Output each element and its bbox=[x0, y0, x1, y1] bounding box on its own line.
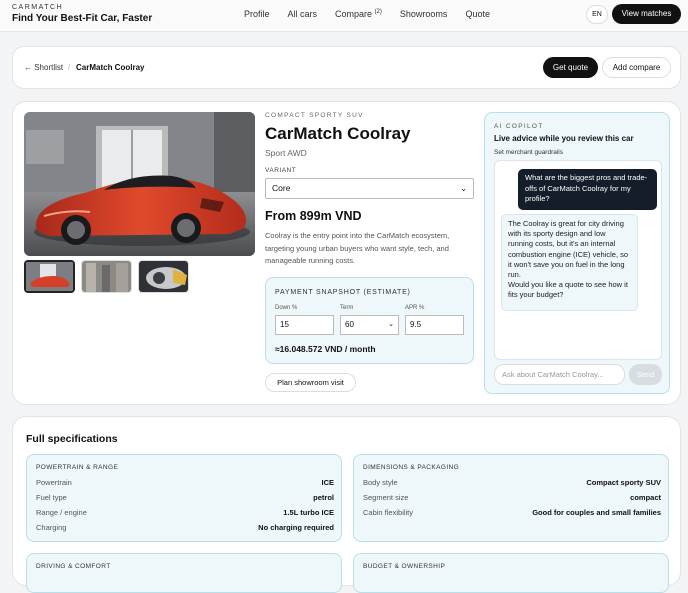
spec-card-driving: DRIVING & COMFORT bbox=[26, 553, 342, 593]
nav-compare[interactable]: Compare (2) bbox=[335, 9, 382, 19]
payment-snapshot: PAYMENT SNAPSHOT (ESTIMATE) Down % 15 Te… bbox=[265, 277, 474, 364]
copilot-kicker: AI COPILOT bbox=[494, 123, 544, 130]
spec-card-title: POWERTRAIN & RANGE bbox=[36, 464, 119, 471]
spec-key: Range / engine bbox=[36, 508, 87, 517]
spec-key: Charging bbox=[36, 523, 67, 532]
spec-key: Segment size bbox=[363, 493, 409, 502]
spec-card-title: DIMENSIONS & PACKAGING bbox=[363, 464, 460, 471]
car-info: COMPACT SPORTY SUV CarMatch Coolray Spor… bbox=[265, 112, 475, 268]
spec-card-dimensions: DIMENSIONS & PACKAGING Body style Compact… bbox=[353, 454, 669, 542]
spec-value: ICE bbox=[321, 478, 334, 487]
apr-label: APR % bbox=[405, 305, 425, 311]
chat-area[interactable]: What are the biggest pros and trade-offs… bbox=[494, 160, 662, 360]
term-value: 60 bbox=[345, 320, 354, 329]
assistant-message-text: The Coolray is great for city driving wi… bbox=[508, 219, 629, 280]
spec-value: Good for couples and small families bbox=[532, 508, 661, 517]
brand-name: CARMATCH bbox=[12, 4, 64, 11]
spec-card-title: BUDGET & OWNERSHIP bbox=[363, 563, 446, 570]
spec-card-title: DRIVING & COMFORT bbox=[36, 563, 111, 570]
car-detail-card: COMPACT SPORTY SUV CarMatch Coolray Spor… bbox=[12, 101, 681, 405]
compare-count-badge: (2) bbox=[374, 9, 382, 15]
merchant-guardrails-link[interactable]: Set merchant guardrails bbox=[494, 149, 563, 156]
ai-copilot-panel: AI COPILOT Live advice while you review … bbox=[484, 112, 670, 394]
breadcrumb-bar: ← Shortlist / CarMatch Coolray Get quote… bbox=[12, 46, 681, 89]
payment-snapshot-title: PAYMENT SNAPSHOT (ESTIMATE) bbox=[275, 289, 411, 296]
main-nav: Profile All cars Compare (2) Showrooms Q… bbox=[244, 9, 508, 19]
down-percent-input[interactable]: 15 bbox=[275, 315, 334, 335]
breadcrumb-back-link[interactable]: ← Shortlist bbox=[24, 63, 63, 72]
monthly-estimate: ≈16.048.572 VND / month bbox=[275, 344, 376, 354]
thumbnail-1[interactable] bbox=[24, 260, 75, 293]
language-switch[interactable]: EN bbox=[586, 5, 608, 24]
spec-key: Powertrain bbox=[36, 478, 72, 487]
spec-key: Cabin flexibility bbox=[363, 508, 414, 517]
thumbnail-strip bbox=[24, 260, 189, 293]
chevron-down-icon: ⌄ bbox=[388, 321, 394, 328]
spec-key: Fuel type bbox=[36, 493, 67, 502]
spec-row: Body style Compact sporty SUV bbox=[363, 478, 661, 487]
variant-value: Core bbox=[272, 183, 291, 193]
down-label: Down % bbox=[275, 305, 298, 311]
apr-input[interactable]: 9.5 bbox=[405, 315, 464, 335]
variant-select[interactable]: Core ⌄ bbox=[265, 178, 474, 199]
term-label: Term bbox=[340, 305, 354, 311]
spec-value: 1.5L turbo ICE bbox=[283, 508, 334, 517]
car-description: Coolray is the entry point into the CarM… bbox=[265, 231, 450, 265]
spec-row: Range / engine 1.5L turbo ICE bbox=[36, 508, 334, 517]
spec-value: compact bbox=[630, 493, 661, 502]
car-category: COMPACT SPORTY SUV bbox=[265, 112, 364, 119]
add-compare-button[interactable]: Add compare bbox=[602, 57, 671, 78]
spec-row: Segment size compact bbox=[363, 493, 661, 502]
get-quote-button[interactable]: Get quote bbox=[543, 57, 598, 78]
breadcrumb-current: CarMatch Coolray bbox=[76, 63, 145, 72]
spec-row: Charging No charging required bbox=[36, 523, 334, 532]
copilot-title: Live advice while you review this car bbox=[494, 134, 634, 143]
hero-car-image[interactable] bbox=[24, 112, 255, 256]
car-subtitle: Sport AWD bbox=[265, 148, 307, 158]
spec-card-powertrain: POWERTRAIN & RANGE Powertrain ICE Fuel ty… bbox=[26, 454, 342, 542]
chevron-down-icon: ⌄ bbox=[460, 184, 467, 193]
spec-value: petrol bbox=[313, 493, 334, 502]
breadcrumb-separator: / bbox=[68, 63, 71, 72]
nav-quote[interactable]: Quote bbox=[465, 9, 490, 19]
full-specifications: Full specifications POWERTRAIN & RANGE P… bbox=[12, 416, 681, 593]
thumbnail-3[interactable] bbox=[138, 260, 189, 293]
plan-showroom-visit-button[interactable]: Plan showroom visit bbox=[265, 373, 356, 392]
specs-title: Full specifications bbox=[26, 433, 118, 445]
copilot-input[interactable]: Ask about CarMatch Coolray... bbox=[494, 364, 625, 385]
top-bar: CARMATCH Find Your Best-Fit Car, Faster … bbox=[0, 0, 688, 32]
variant-label: VARIANT bbox=[265, 167, 297, 174]
spec-value: Compact sporty SUV bbox=[586, 478, 661, 487]
thumbnail-2[interactable] bbox=[81, 260, 132, 293]
spec-card-budget: BUDGET & OWNERSHIP bbox=[353, 553, 669, 593]
nav-all-cars[interactable]: All cars bbox=[288, 9, 318, 19]
spec-row: Fuel type petrol bbox=[36, 493, 334, 502]
spec-value: No charging required bbox=[258, 523, 334, 532]
car-title: CarMatch Coolray bbox=[265, 124, 411, 143]
nav-profile[interactable]: Profile bbox=[244, 9, 270, 19]
spec-row: Cabin flexibility Good for couples and sm… bbox=[363, 508, 661, 517]
nav-compare-label: Compare bbox=[335, 9, 373, 19]
term-select[interactable]: 60 ⌄ bbox=[340, 315, 399, 335]
spec-row: Powertrain ICE bbox=[36, 478, 334, 487]
user-message: What are the biggest pros and trade-offs… bbox=[518, 169, 657, 210]
assistant-message: The Coolray is great for city driving wi… bbox=[501, 214, 638, 311]
brand-tagline[interactable]: Find Your Best-Fit Car, Faster bbox=[12, 13, 152, 24]
spec-key: Body style bbox=[363, 478, 398, 487]
view-matches-button[interactable]: View matches bbox=[612, 4, 681, 24]
nav-showrooms[interactable]: Showrooms bbox=[400, 9, 448, 19]
assistant-message-followup: Would you like a quote to see how it fit… bbox=[508, 280, 628, 300]
car-price: From 899m VND bbox=[265, 209, 362, 223]
send-button[interactable]: Send bbox=[629, 364, 662, 385]
